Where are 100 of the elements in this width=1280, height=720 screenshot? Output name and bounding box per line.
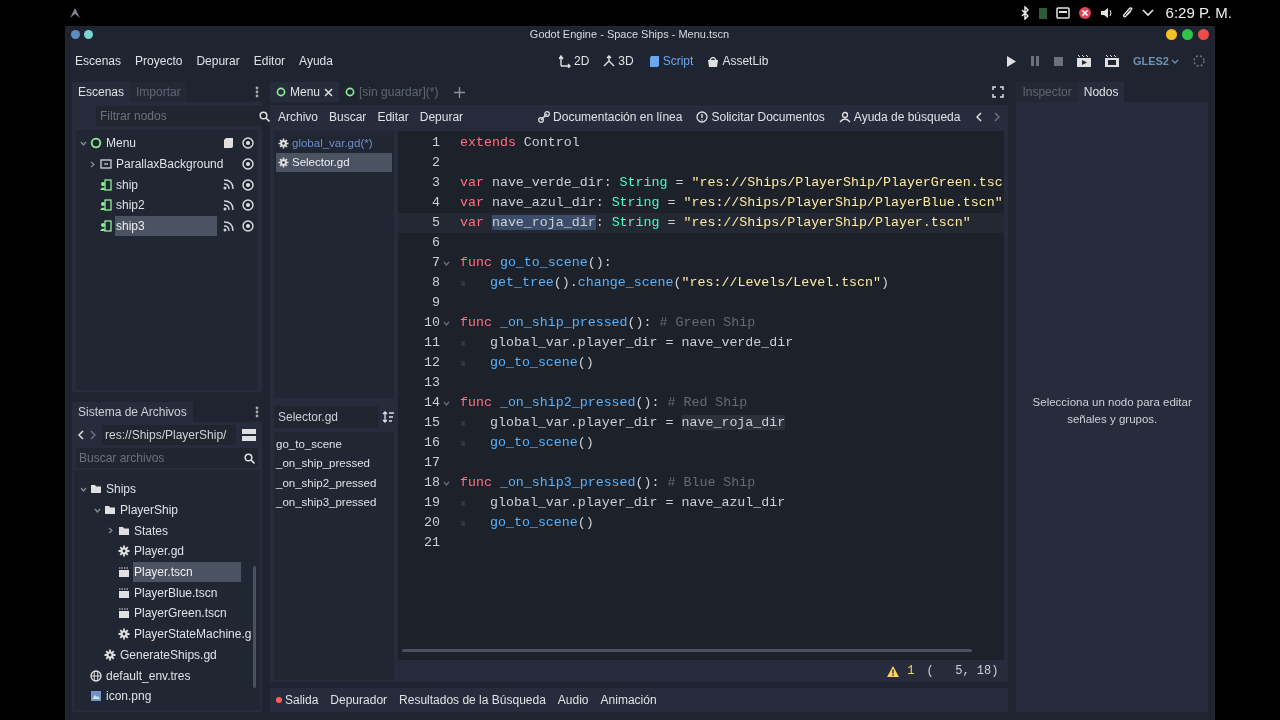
- file-item[interactable]: Ships: [105, 480, 137, 499]
- code-line: go_to_scene(): [490, 354, 594, 373]
- line-number: 16: [423, 434, 440, 453]
- close-button[interactable]: [1198, 28, 1209, 40]
- signal-icon[interactable]: [223, 179, 234, 191]
- method-item[interactable]: _on_ship3_pressed: [274, 492, 394, 513]
- play-scene-icon[interactable]: [1076, 55, 1091, 67]
- blocked-icon[interactable]: [1077, 6, 1092, 20]
- tree-node[interactable]: ship: [115, 175, 138, 194]
- bottom-panel-tab[interactable]: Salida: [276, 691, 319, 709]
- add-tab-icon[interactable]: [454, 86, 466, 98]
- stop-icon[interactable]: [1053, 56, 1063, 66]
- play-icon[interactable]: [1005, 55, 1016, 67]
- method-item[interactable]: _on_ship_pressed: [274, 454, 394, 474]
- visibility-eye-icon[interactable]: [242, 178, 254, 191]
- circle-icon: [276, 87, 286, 97]
- bottom-panel-tab[interactable]: Resultados de la Búsqueda: [399, 691, 546, 709]
- tree-node[interactable]: ParallaxBackground: [115, 155, 224, 174]
- minimize-button[interactable]: [1166, 28, 1177, 40]
- tree-node[interactable]: Menu: [105, 134, 137, 153]
- scrollbar[interactable]: [253, 566, 256, 688]
- method-item[interactable]: _on_ship2_pressed: [274, 473, 394, 493]
- method-item[interactable]: go_to_scene: [274, 435, 394, 455]
- workspace-tab[interactable]: Script: [647, 52, 694, 70]
- help-link[interactable]: Documentación en línea: [538, 108, 683, 126]
- clapperboard-icon: [118, 566, 130, 579]
- play-custom-scene-icon[interactable]: [1104, 55, 1119, 67]
- warning-icon[interactable]: [887, 665, 900, 677]
- bottom-panel-tab[interactable]: Depurador: [330, 691, 388, 709]
- file-item[interactable]: icon.png: [105, 687, 152, 706]
- help-link[interactable]: Ayuda de búsqueda: [838, 108, 961, 126]
- bottom-panel-tab[interactable]: Audio: [557, 691, 589, 709]
- path-field[interactable]: res://Ships/PlayerShip/: [102, 425, 236, 445]
- menu-item[interactable]: Buscar: [329, 108, 367, 126]
- filesystem-tab[interactable]: Sistema de Archivos: [72, 402, 193, 422]
- menu-item[interactable]: Editor: [253, 52, 286, 70]
- list-view-icon[interactable]: [242, 429, 256, 441]
- workspace-tab[interactable]: 3D: [603, 52, 634, 70]
- pause-icon[interactable]: [1029, 56, 1040, 66]
- file-item[interactable]: States: [133, 521, 169, 540]
- workspace-tab[interactable]: 2D: [559, 52, 590, 70]
- tree-node[interactable]: ship3: [115, 216, 217, 237]
- scene-tab[interactable]: Menu: [270, 82, 340, 102]
- battery-icon[interactable]: [1037, 6, 1048, 20]
- script-item[interactable]: global_var.gd(*): [276, 134, 392, 153]
- maximize-button[interactable]: [1182, 28, 1193, 40]
- search-icon[interactable]: [244, 452, 255, 464]
- menu-item[interactable]: Depurar: [196, 52, 240, 70]
- image-icon: [90, 690, 102, 703]
- file-item[interactable]: PlayerShip: [119, 501, 179, 520]
- file-item[interactable]: GenerateShips.gd: [119, 645, 217, 664]
- line-number: 19: [423, 494, 440, 513]
- link-icon: [538, 111, 551, 123]
- chevron-down-icon[interactable]: [1141, 9, 1154, 17]
- basket-icon: [707, 54, 720, 68]
- menu-item[interactable]: Editar: [377, 108, 409, 126]
- help-link[interactable]: Solicitar Documentos: [696, 108, 825, 126]
- close-icon[interactable]: [324, 87, 334, 97]
- signal-icon[interactable]: [223, 199, 234, 211]
- app-launcher-icon[interactable]: [68, 6, 82, 20]
- bottom-panel-tab[interactable]: Animación: [600, 691, 657, 709]
- visibility-eye-icon[interactable]: [242, 199, 254, 212]
- menu-item[interactable]: Ayuda: [299, 52, 333, 70]
- file-item[interactable]: default_env.tres: [105, 666, 191, 685]
- volume-icon[interactable]: [1099, 6, 1114, 20]
- kebab-menu-icon[interactable]: [255, 406, 259, 418]
- file-item[interactable]: PlayerGreen.tscn: [133, 604, 227, 623]
- script-item[interactable]: Selector.gd: [276, 153, 392, 172]
- instanced-scene-icon: [100, 199, 112, 212]
- file-item[interactable]: Player.gd: [133, 542, 185, 561]
- renderer-dropdown[interactable]: GLES2: [1132, 52, 1179, 70]
- bluetooth-icon[interactable]: [1019, 6, 1030, 20]
- paperclip-icon[interactable]: [1121, 6, 1134, 20]
- visibility-eye-icon[interactable]: [242, 137, 254, 150]
- visibility-eye-icon[interactable]: [242, 158, 254, 171]
- file-item[interactable]: PlayerStateMachine.g: [133, 625, 252, 644]
- workspace-tab[interactable]: AssetLib: [707, 52, 769, 70]
- tree-node[interactable]: ship2: [115, 196, 145, 215]
- line-number: 7: [431, 254, 440, 273]
- file-item[interactable]: PlayerBlue.tscn: [133, 583, 218, 602]
- filter-methods-field[interactable]: Selector.gd: [274, 406, 378, 428]
- search-icon[interactable]: [259, 110, 270, 122]
- window-icon[interactable]: [1055, 7, 1070, 19]
- file-item[interactable]: Player.tscn: [133, 562, 241, 583]
- menu-item[interactable]: Escenas: [75, 52, 122, 70]
- menu-item[interactable]: Archivo: [278, 108, 318, 126]
- menu-item[interactable]: Depurar: [419, 108, 464, 126]
- gear-icon: [278, 138, 289, 149]
- sort-icon[interactable]: [382, 411, 394, 423]
- menu-item[interactable]: Proyecto: [135, 52, 183, 70]
- signal-icon[interactable]: [223, 220, 234, 232]
- script-icon[interactable]: [223, 137, 234, 150]
- visibility-eye-icon[interactable]: [242, 220, 254, 233]
- 2d-axes-icon: [559, 54, 571, 68]
- fullscreen-icon[interactable]: [992, 86, 1005, 98]
- horizontal-scrollbar[interactable]: [402, 649, 972, 652]
- warning-count[interactable]: 1: [907, 662, 915, 680]
- dock-tab[interactable]: Nodos: [1077, 82, 1125, 102]
- dock-tab[interactable]: Escenas: [72, 82, 131, 102]
- kebab-menu-icon[interactable]: [255, 86, 259, 98]
